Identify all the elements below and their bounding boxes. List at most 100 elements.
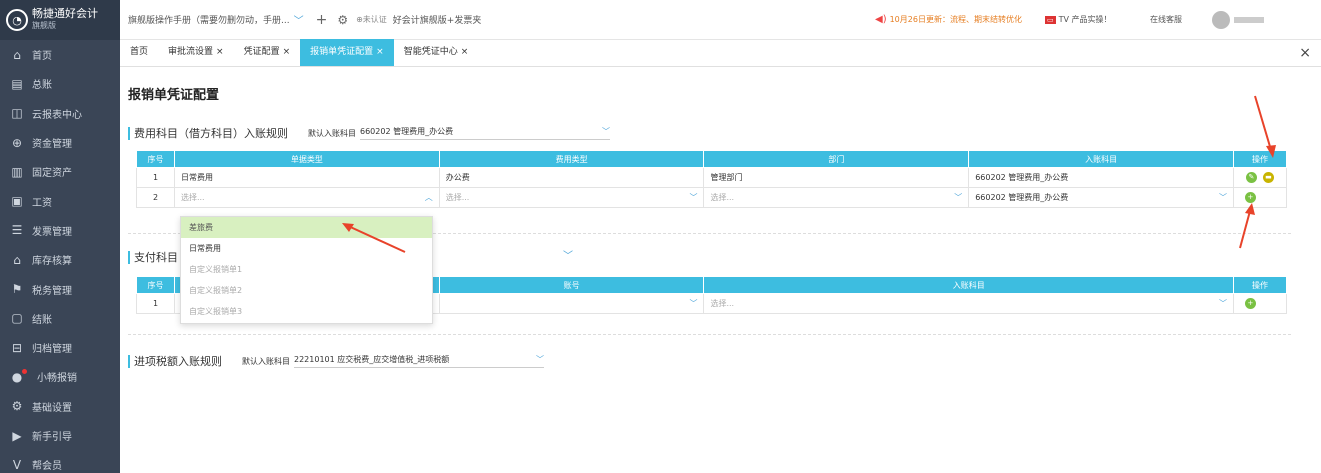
sidebar-item-label: 基础设置	[32, 402, 72, 414]
chevron-down-icon: ﹀	[954, 193, 963, 202]
section-tax-title: 进项税额入账规则	[134, 355, 222, 368]
sidebar-item[interactable]: ● 小畅报销	[0, 362, 120, 391]
chevron-down-icon: ﹀	[1218, 193, 1227, 202]
cert-status[interactable]: ⊕未认证	[356, 14, 387, 25]
sidebar-item-label: 发票管理	[32, 226, 72, 238]
sidebar-item[interactable]: ⊟ 归档管理	[0, 333, 120, 362]
row-no: 2	[136, 187, 175, 208]
annotation-arrow	[1239, 203, 1255, 249]
sidebar-item-label: 结账	[32, 314, 52, 326]
col-header-account: 入账科目	[703, 276, 1234, 294]
notice-link[interactable]: ◀) 10月26日更新：流程、期末结转优化	[875, 14, 1022, 25]
edit-icon[interactable]: ✎	[1245, 172, 1257, 183]
sidebar-item[interactable]: ▥ 固定资产	[0, 157, 120, 186]
dropdown-option[interactable]: 自定义报销单3	[181, 301, 432, 322]
chevron-down-icon: ﹀	[689, 299, 698, 308]
page-title: 报销单凭证配置	[128, 88, 220, 103]
payment-account-placeholder: 选择...	[710, 299, 735, 308]
sidebar-item[interactable]: ▤ 总账	[0, 69, 120, 98]
fee-type-placeholder: 选择...	[445, 193, 470, 202]
default-account-label: 默认入账科目	[308, 128, 356, 138]
divider	[128, 334, 1291, 335]
chevron-down-icon: ﹀	[1218, 299, 1227, 308]
chevron-down-icon: ﹀	[602, 127, 610, 136]
tax-account-value: 22210101 应交税费_应交增值税_进项税额	[294, 355, 450, 364]
ledger-icon: ▤	[11, 76, 23, 91]
tab[interactable]: 报销单凭证配置 ×	[300, 39, 394, 66]
tab-label: 智能凭证中心	[403, 47, 458, 57]
table-row: 1 日常费用 办公费 管理部门 660202 管理费用_办公费 ✎ ▬	[136, 167, 1288, 188]
sidebar-item[interactable]: ⚑ 税务管理	[0, 274, 120, 303]
tax-account-select[interactable]: 22210101 应交税费_应交增值税_进项税额 ﹀	[294, 354, 544, 368]
sidebar-item[interactable]: ☰ 发票管理	[0, 216, 120, 245]
dropdown-option[interactable]: 自定义报销单1	[181, 259, 432, 280]
logo[interactable]: ◔ 畅捷通好会计 旗舰版	[0, 0, 120, 40]
row-fee-type[interactable]: 办公费	[438, 167, 705, 188]
sidebar-item-label: 资金管理	[32, 139, 72, 151]
payment-account-select[interactable]: 选择... ﹀	[703, 293, 1234, 314]
tab[interactable]: 审批流设置 ×	[158, 39, 234, 66]
online-service[interactable]: 在线客服	[1150, 14, 1182, 25]
sidebar-item[interactable]: ▣ 工资	[0, 186, 120, 215]
row-account[interactable]: 660202 管理费用_办公费	[968, 167, 1234, 188]
section-input-tax: 进项税额入账规则 默认入账科目 22210101 应交税费_应交增值税_进项税额…	[128, 353, 544, 369]
doc-type-placeholder: 选择...	[180, 193, 205, 202]
section-expense-title: 费用科目（借方科目）入账规则	[134, 127, 288, 140]
tv-icon: ▭	[1045, 15, 1056, 24]
dept-select[interactable]: 选择... ﹀	[703, 187, 970, 208]
tab[interactable]: 凭证配置 ×	[234, 39, 301, 66]
tab-bar: 首页 审批流设置 × 凭证配置 × 报销单凭证配置 × 智能凭证中心 × ×	[120, 39, 1321, 67]
add-icon[interactable]: +	[316, 12, 328, 28]
default-account-select[interactable]: 660202 管理费用_办公费 ﹀	[360, 126, 610, 140]
row-dept[interactable]: 管理部门	[703, 167, 970, 188]
sidebar-item[interactable]: ▶ 新手引导	[0, 421, 120, 450]
sidebar-item[interactable]: ⚙ 基础设置	[0, 392, 120, 421]
bank-account-select[interactable]: ﹀	[438, 293, 705, 314]
row-no: 1	[136, 167, 175, 188]
chevron-down-icon[interactable]: ﹀	[563, 247, 573, 262]
user-name[interactable]	[1234, 17, 1264, 23]
expense-table: 序号 单据类型 费用类型 部门 入账科目 操作 1 日常费用 办公费 管理部门 …	[136, 150, 1288, 208]
sidebar-item[interactable]: ⊕ 资金管理	[0, 128, 120, 157]
company-name: 好会计旗舰版+发票夹	[392, 16, 482, 26]
tax-icon: ⚑	[11, 282, 23, 297]
close-icon[interactable]: ×	[461, 47, 469, 57]
sidebar-item[interactable]: ⌂ 库存核算	[0, 245, 120, 274]
asset-icon: ▥	[11, 164, 23, 179]
fee-type-select[interactable]: 选择... ﹀	[438, 187, 705, 208]
sidebar-item[interactable]: ◫ 云报表中心	[0, 99, 120, 128]
logo-icon: ◔	[6, 9, 28, 31]
col-header-account: 入账科目	[968, 150, 1234, 168]
tab[interactable]: 智能凭证中心 ×	[394, 39, 479, 66]
manual-select[interactable]: 旗舰版操作手册（需要勿删勿动，手册... ﹀	[128, 12, 304, 27]
dropdown-option[interactable]: 自定义报销单2	[181, 280, 432, 301]
home-icon: ⌂	[13, 47, 21, 62]
product-text: TV 产品实操！	[1058, 15, 1112, 24]
fund-icon: ⊕	[11, 135, 23, 150]
product-link[interactable]: ▭ TV 产品实操！	[1045, 14, 1112, 25]
tab[interactable]: 首页	[120, 39, 158, 66]
sidebar-item[interactable]: V 帮会员	[0, 450, 120, 473]
close-all-tabs-icon[interactable]: ×	[1299, 45, 1311, 61]
avatar[interactable]	[1212, 11, 1230, 29]
row-ops: ✎ ▬	[1232, 167, 1288, 188]
notice-text: 10月26日更新：流程、期末结转优化	[889, 15, 1022, 24]
archive-icon: ⊟	[11, 340, 23, 355]
sidebar-nav: ⌂ 首页 ▤ 总账 ◫ 云报表中心 ⊕ 资金管理 ▥ 固定资产 ▣ 工资 ☰ 发票管理 ⌂ 库存核算 ⚑ 税务管理…	[0, 40, 120, 473]
row-doc-type[interactable]: 日常费用	[173, 167, 440, 188]
gear-icon[interactable]: ⚙	[337, 13, 348, 27]
close-icon[interactable]: ×	[216, 47, 224, 57]
doc-type-select[interactable]: 选择... ︿	[173, 187, 440, 208]
sidebar-item-label: 首页	[32, 51, 52, 63]
add-row-icon[interactable]: +	[1244, 298, 1256, 309]
sidebar-item[interactable]: ▢ 结账	[0, 304, 120, 333]
tab-label: 审批流设置	[168, 47, 214, 57]
section-payment: 支付科目	[128, 249, 178, 265]
close-icon[interactable]: ×	[376, 47, 384, 57]
close-icon[interactable]: ×	[283, 47, 291, 57]
salary-icon: ▣	[11, 194, 23, 209]
sidebar-item[interactable]: ⌂ 首页	[0, 40, 120, 69]
delete-icon[interactable]: ▬	[1262, 172, 1274, 183]
sidebar-item-label: 云报表中心	[32, 109, 82, 121]
account-select[interactable]: 660202 管理费用_办公费 ﹀	[968, 187, 1234, 208]
